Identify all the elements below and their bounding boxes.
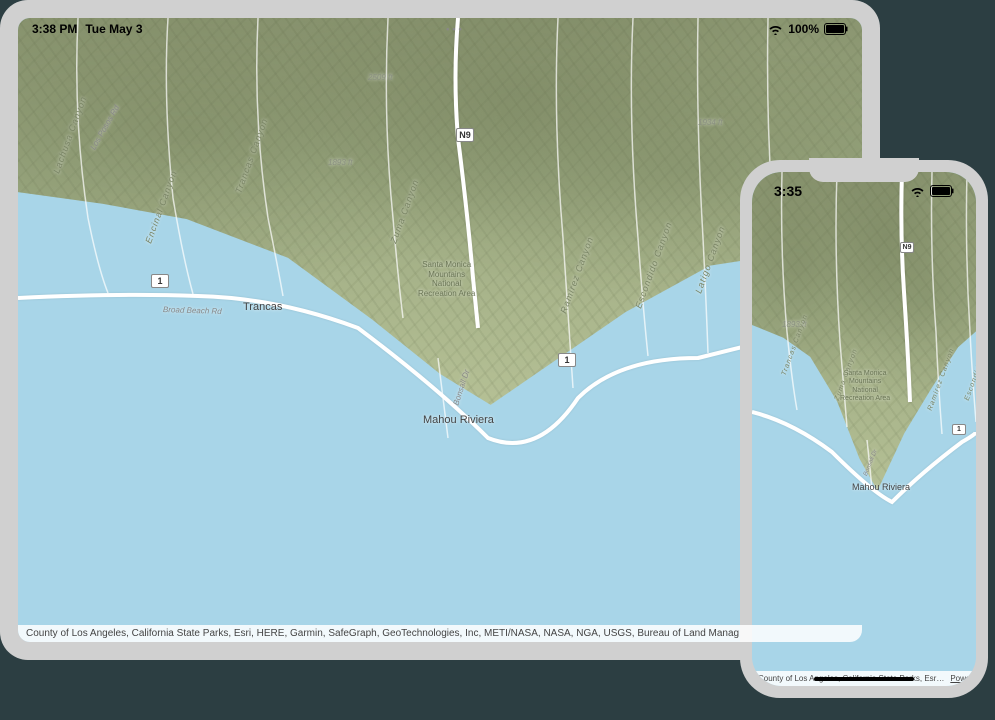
elevation-label: 1934 ft: [698, 118, 722, 127]
status-left: 3:38 PM Tue May 3: [32, 22, 143, 36]
multitask-dots[interactable]: •••: [143, 24, 769, 34]
ipad-map[interactable]: 2509 ft 1893 ft 1934 ft Lachusa Canyon E…: [18, 18, 862, 642]
place-label: Mahou Riviera: [852, 482, 910, 492]
status-right: [910, 185, 954, 197]
ipad-screen: 3:38 PM Tue May 3 ••• 100%: [18, 18, 862, 642]
park-line: Mountains: [849, 378, 881, 385]
route-shield: 1: [151, 274, 169, 288]
park-label: Santa Monica Mountains National Recreati…: [418, 260, 475, 298]
minor-roads: [18, 18, 862, 642]
status-time: 3:35: [774, 183, 802, 199]
place-label: Trancas: [243, 301, 282, 313]
route-shield: 1: [952, 424, 966, 435]
iphone-map[interactable]: 1893 ft Trancas Canyon Zuma Canyon Ramir…: [752, 172, 976, 686]
ipad-attribution: County of Los Angeles, California State …: [18, 625, 862, 642]
route-shield: N9: [900, 242, 914, 253]
route-shield: 1: [558, 353, 576, 367]
status-date: Tue May 3: [85, 22, 142, 36]
battery-icon: [930, 185, 954, 197]
ipad-status-bar: 3:38 PM Tue May 3 ••• 100%: [18, 18, 862, 40]
park-line: National: [852, 387, 878, 394]
minor-roads: [752, 172, 976, 686]
battery-icon: [824, 23, 848, 35]
iphone-device: 3:35: [740, 160, 988, 698]
park-line: Mountains: [428, 270, 465, 279]
iphone-notch: [809, 158, 919, 182]
elevation-label: 1893 ft: [328, 158, 352, 167]
park-line: National: [432, 279, 461, 288]
powered-by-esri[interactable]: Powered by Esri: [950, 674, 976, 683]
place-label: Mahou Riviera: [423, 414, 494, 426]
home-indicator[interactable]: [814, 677, 914, 681]
elevation-label: 2509 ft: [368, 73, 392, 82]
iphone-screen: 3:35: [752, 172, 976, 686]
wifi-icon: [910, 186, 925, 197]
route-shield: N9: [456, 128, 474, 142]
park-line: Recreation Area: [418, 289, 475, 298]
status-right: 100%: [768, 22, 848, 36]
park-line: Santa Monica: [844, 370, 887, 377]
park-line: Santa Monica: [422, 260, 471, 269]
status-time: 3:38 PM: [32, 22, 77, 36]
battery-percent: 100%: [788, 22, 819, 36]
wifi-icon: [768, 24, 783, 35]
park-line: Recreation Area: [840, 395, 890, 402]
park-label: Santa Monica Mountains National Recreati…: [840, 370, 890, 404]
